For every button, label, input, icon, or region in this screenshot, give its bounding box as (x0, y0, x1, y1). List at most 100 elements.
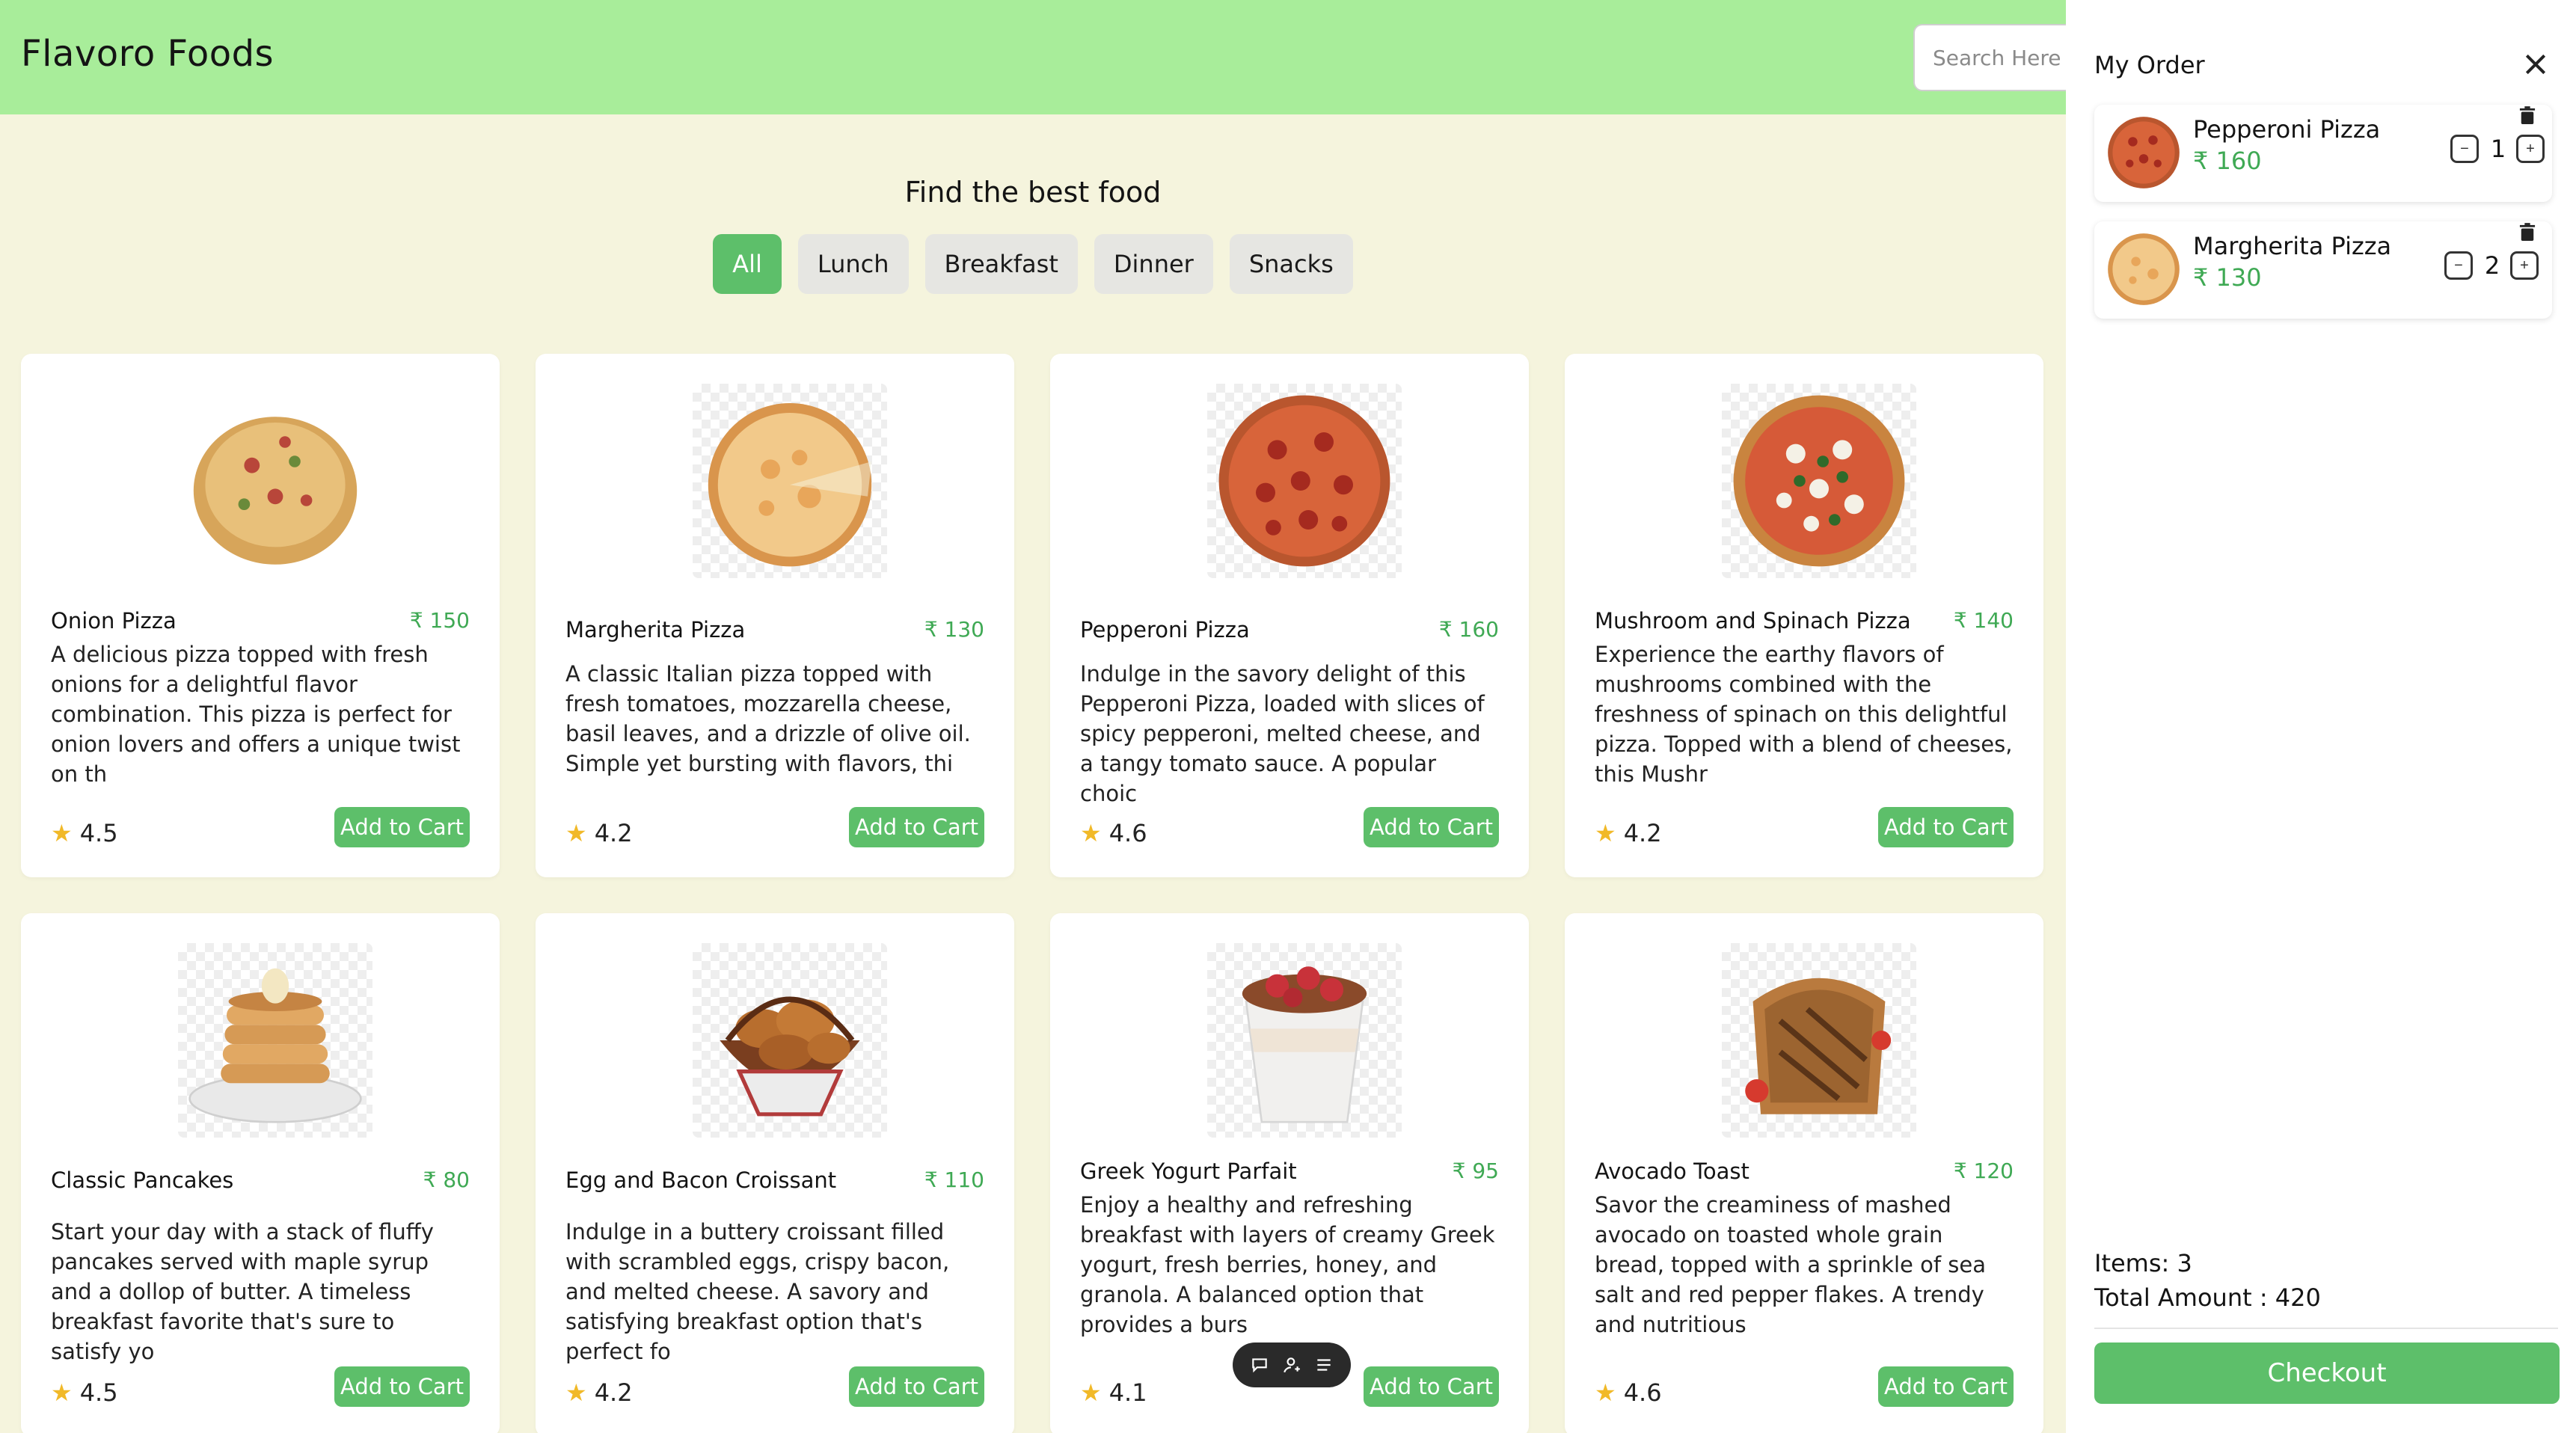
filter-all[interactable]: All (713, 234, 782, 294)
food-rating: ★ 4.2 (565, 1378, 633, 1407)
minus-icon[interactable]: − (2444, 251, 2473, 280)
user-icon[interactable] (1281, 1354, 1303, 1376)
food-card: Margherita Pizza ₹ 130 A classic Italian… (536, 354, 1014, 877)
food-price: ₹ 80 (423, 1167, 470, 1192)
rating-value: 4.2 (594, 1378, 633, 1407)
menu-icon[interactable] (1313, 1354, 1335, 1376)
food-card: Classic Pancakes ₹ 80 Start your day wit… (21, 913, 500, 1433)
order-item: Pepperoni Pizza ₹ 160 − 1 + (2094, 105, 2552, 202)
food-image (1722, 384, 1916, 578)
food-card: Avocado Toast ₹ 120 Savor the creaminess… (1565, 913, 2043, 1433)
food-image (1207, 384, 1402, 578)
food-price: ₹ 110 (924, 1167, 984, 1192)
order-item-price: ₹ 160 (2193, 147, 2262, 175)
food-name: Greek Yogurt Parfait (1080, 1159, 1297, 1184)
close-icon[interactable] (2521, 49, 2551, 79)
plus-icon[interactable]: + (2516, 135, 2545, 163)
order-item-quantity: 1 (2490, 135, 2506, 163)
rating-value: 4.5 (79, 1378, 118, 1407)
sidebar-title: My Order (2094, 51, 2205, 79)
floating-toolbar (1233, 1343, 1351, 1387)
add-to-cart-button[interactable]: Add to Cart (334, 1366, 470, 1407)
add-to-cart-button[interactable]: Add to Cart (1877, 807, 2014, 847)
chat-icon[interactable] (1248, 1354, 1271, 1376)
mushroom-spinach-pizza-image (1733, 395, 1905, 567)
order-item-price: ₹ 130 (2193, 263, 2262, 292)
page-heading: Find the best food (904, 176, 1162, 209)
food-card: Egg and Bacon Croissant ₹ 110 Indulge in… (536, 913, 1014, 1433)
top-header: Flavoro Foods (0, 0, 2093, 114)
food-card: Mushroom and Spinach Pizza ₹ 140 Experie… (1565, 354, 2043, 877)
food-description: Start your day with a stack of fluffy pa… (51, 1219, 434, 1364)
star-icon: ★ (565, 1378, 587, 1407)
star-icon: ★ (51, 819, 73, 847)
star-icon: ★ (1080, 1378, 1102, 1407)
order-item-name: Pepperoni Pizza (2193, 115, 2381, 144)
add-to-cart-button[interactable]: Add to Cart (848, 807, 984, 847)
star-icon: ★ (1080, 819, 1102, 847)
food-description: A delicious pizza topped with fresh onio… (51, 642, 461, 787)
yogurt-parfait-image (1242, 966, 1367, 1123)
onion-pizza-image (193, 417, 358, 565)
food-rating: ★ 4.2 (565, 819, 633, 847)
rating-value: 4.2 (594, 819, 633, 847)
rating-value: 4.1 (1108, 1378, 1147, 1407)
add-to-cart-button[interactable]: Add to Cart (334, 807, 470, 847)
rating-value: 4.6 (1108, 819, 1147, 847)
food-image (693, 943, 887, 1138)
food-price: ₹ 140 (1953, 608, 2014, 633)
food-image (1722, 943, 1916, 1138)
margherita-pizza-image (708, 403, 872, 567)
add-to-cart-button[interactable]: Add to Cart (1363, 1366, 1499, 1407)
rating-value: 4.5 (79, 819, 118, 847)
order-item: Margherita Pizza ₹ 130 − 2 + (2094, 221, 2552, 319)
category-filters: All Lunch Breakfast Dinner Snacks (0, 234, 2066, 294)
filter-snacks[interactable]: Snacks (1229, 234, 1353, 294)
food-price: ₹ 130 (924, 617, 984, 642)
pancakes-image (188, 968, 362, 1123)
filter-lunch[interactable]: Lunch (797, 234, 909, 294)
add-to-cart-button[interactable]: Add to Cart (1877, 1366, 2014, 1407)
minus-icon[interactable]: − (2450, 135, 2479, 163)
food-rating: ★ 4.1 (1080, 1378, 1147, 1407)
order-item-image (2105, 230, 2183, 308)
filter-dinner[interactable]: Dinner (1094, 234, 1213, 294)
trash-icon[interactable] (2519, 223, 2539, 245)
food-name: Mushroom and Spinach Pizza (1595, 608, 1911, 633)
rating-value: 4.2 (1623, 819, 1662, 847)
brand-logo-text: Flavoro Foods (21, 33, 275, 75)
add-to-cart-button[interactable]: Add to Cart (848, 1366, 984, 1407)
star-icon: ★ (1595, 1378, 1616, 1407)
food-name: Avocado Toast (1595, 1159, 1749, 1184)
croissant-basket-image (720, 996, 860, 1117)
order-item-image (2105, 114, 2183, 191)
food-name: Pepperoni Pizza (1080, 617, 1250, 642)
food-price: ₹ 95 (1452, 1159, 1499, 1183)
main-content: Find the best food All Lunch Breakfast D… (0, 114, 2066, 1433)
star-icon: ★ (51, 1378, 73, 1407)
checkout-button[interactable]: Checkout (2094, 1343, 2560, 1404)
trash-icon[interactable] (2519, 106, 2539, 129)
add-to-cart-button[interactable]: Add to Cart (1363, 807, 1499, 847)
plus-icon[interactable]: + (2510, 251, 2539, 280)
toast-image (1745, 978, 1892, 1114)
food-description: Experience the earthy flavors of mushroo… (1595, 642, 2013, 787)
food-description: Savor the creaminess of mashed avocado o… (1595, 1192, 1986, 1337)
food-image (1207, 943, 1402, 1138)
food-grid: Onion Pizza ₹ 150 A delicious pizza topp… (21, 354, 2045, 1433)
items-count: Items: 3 (2094, 1249, 2192, 1277)
pepperoni-pizza-image (1218, 395, 1390, 567)
food-price: ₹ 160 (1438, 617, 1499, 642)
food-image (693, 384, 887, 578)
star-icon: ★ (565, 819, 587, 847)
food-rating: ★ 4.2 (1595, 819, 1662, 847)
rating-value: 4.6 (1623, 1378, 1662, 1407)
filter-breakfast[interactable]: Breakfast (924, 234, 1078, 294)
food-rating: ★ 4.6 (1595, 1378, 1662, 1407)
divider (2094, 1328, 2558, 1329)
total-amount: Total Amount : 420 (2094, 1283, 2321, 1312)
food-rating: ★ 4.5 (51, 819, 118, 847)
star-icon: ★ (1595, 819, 1616, 847)
food-card: Onion Pizza ₹ 150 A delicious pizza topp… (21, 354, 500, 877)
food-name: Onion Pizza (51, 608, 177, 633)
